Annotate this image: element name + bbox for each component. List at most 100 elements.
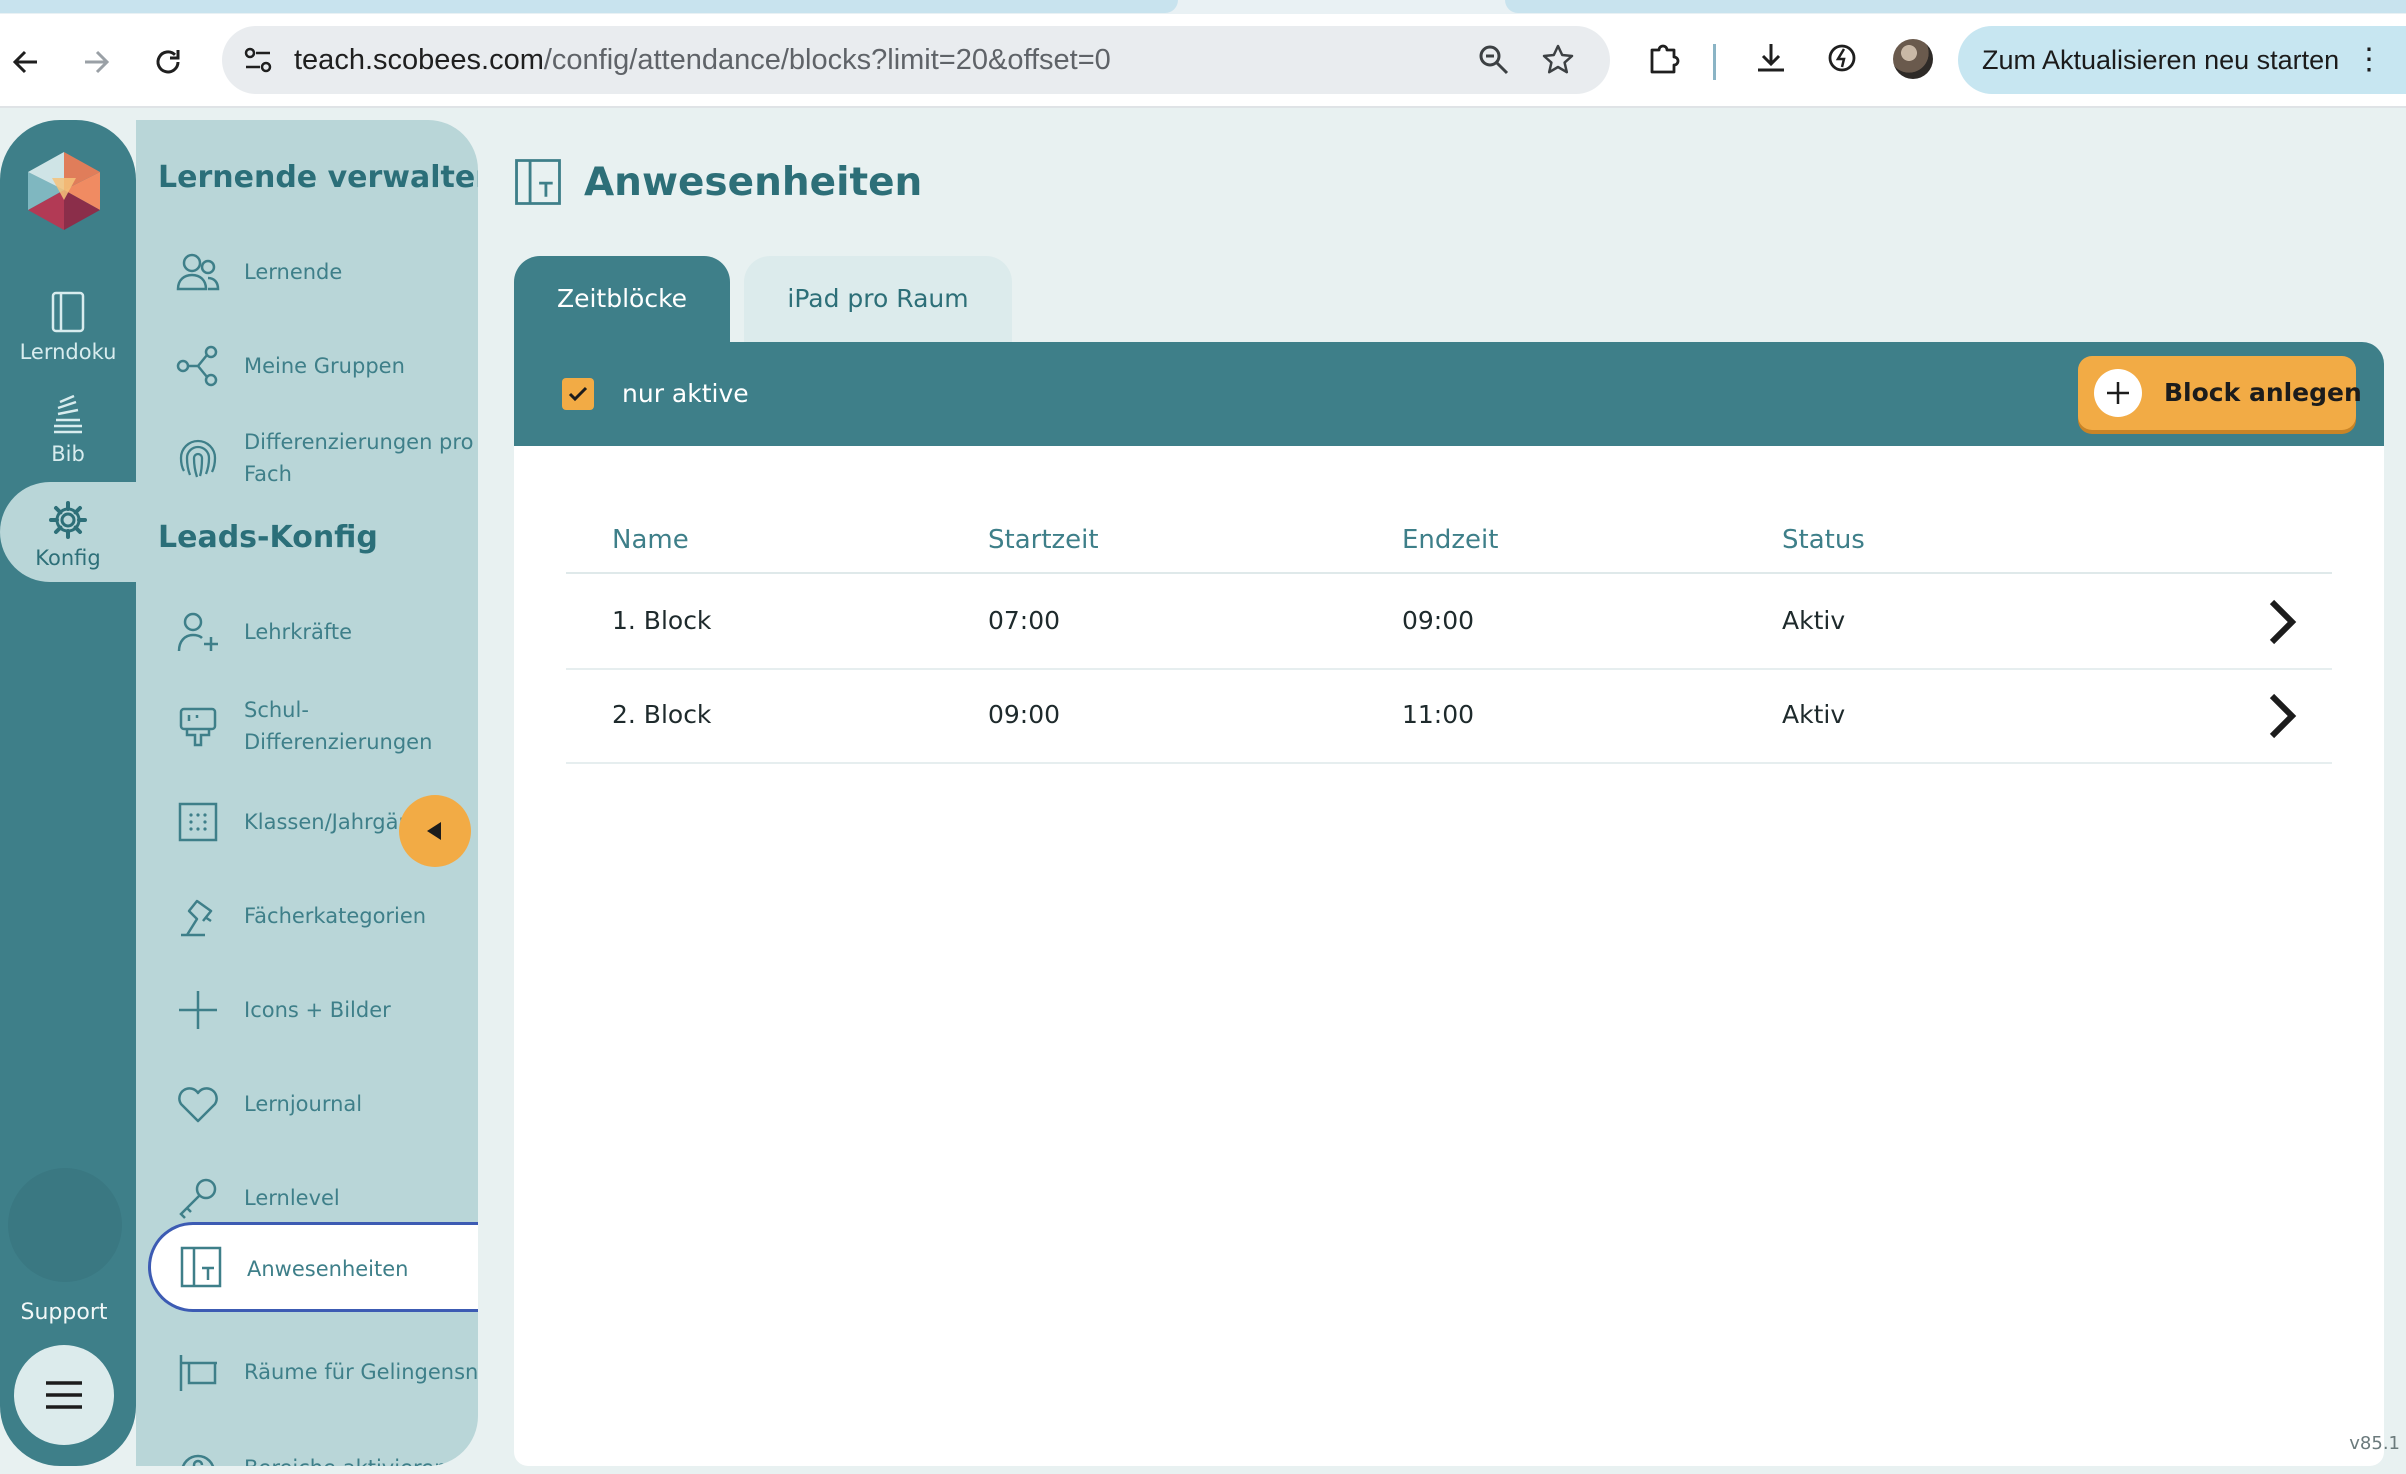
rail-item-konfig[interactable]: Konfig: [0, 500, 136, 570]
library-icon: [54, 394, 82, 434]
rail-item-bib[interactable]: Bib: [0, 392, 136, 466]
sidebar-item-lernlevel[interactable]: Lernlevel: [136, 1174, 478, 1222]
sidebar-item-lehrkraefte[interactable]: Lehrkräfte: [136, 608, 478, 656]
add-block-label: Block anlegen: [2164, 378, 2362, 407]
browser-tab-strip: [0, 0, 2406, 14]
sidebar-item-label: Meine Gruppen: [244, 354, 405, 378]
key-icon: [174, 1174, 222, 1222]
user-plus-icon: [174, 608, 222, 656]
share-nodes-icon: [174, 342, 222, 390]
triangle-left-icon: [427, 822, 441, 840]
sidebar-item-meine-gruppen[interactable]: Meine Gruppen: [136, 342, 478, 390]
cell-startzeit: 07:00: [988, 606, 1061, 635]
update-restart-button[interactable]: Zum Aktualisieren neu starten ⋮: [1958, 26, 2406, 94]
sidebar-item-label: Schul-Differenzierungen: [244, 698, 433, 754]
tab-ipad-pro-raum[interactable]: iPad pro Raum: [744, 256, 1012, 342]
url-text[interactable]: teach.scobees.com/config/attendance/bloc…: [294, 26, 1111, 94]
bookmark-star-icon[interactable]: [1540, 42, 1576, 78]
browser-tab[interactable]: [0, 0, 1178, 13]
add-block-button[interactable]: Block anlegen: [2078, 356, 2362, 430]
support-button[interactable]: [8, 1168, 122, 1282]
active-only-checkbox[interactable]: [562, 378, 594, 410]
lamp-icon: [174, 892, 222, 940]
site-settings-icon[interactable]: [240, 42, 276, 78]
sidebar-item-anwesenheiten[interactable]: Anwesenheiten: [148, 1222, 478, 1312]
tab-zeitbloecke[interactable]: Zeitblöcke: [514, 256, 730, 342]
rail-item-lerndoku[interactable]: Lerndoku: [0, 290, 136, 364]
cell-name: 1. Block: [612, 606, 712, 635]
column-header-name[interactable]: Name: [612, 506, 689, 574]
chevron-right-icon[interactable]: [2262, 692, 2302, 740]
app-version: v85.1: [2349, 1433, 2400, 1454]
rail-item-label: Lerndoku: [19, 340, 117, 364]
plus-icon: [174, 986, 222, 1034]
forward-icon[interactable]: [72, 38, 120, 86]
fingerprint-icon: [174, 434, 222, 482]
hamburger-icon: [46, 1381, 82, 1409]
lock-icon: [174, 1444, 222, 1466]
rail-item-label: Bib: [51, 442, 85, 466]
cell-startzeit: 09:00: [988, 700, 1061, 729]
sidebar-item-label: Lernende: [244, 260, 343, 284]
cell-endzeit: 11:00: [1402, 700, 1475, 729]
browser-tab[interactable]: [1505, 0, 2406, 13]
sidebar-item-differenzierungen[interactable]: Differenzierungen pro Fach: [136, 416, 478, 500]
plus-circle-icon: [2094, 369, 2142, 417]
chevron-right-icon[interactable]: [2262, 598, 2302, 646]
table-row[interactable]: 1. Block 07:00 09:00 Aktiv: [566, 576, 2332, 670]
table-row[interactable]: 2. Block 09:00 11:00 Aktiv: [566, 670, 2332, 764]
sidebar-item-raeume[interactable]: Räume für Gelingensnachweise: [136, 1330, 478, 1414]
door-icon: [177, 1243, 225, 1291]
cell-endzeit: 09:00: [1402, 606, 1475, 635]
more-menu-icon[interactable]: ⋮: [2354, 26, 2384, 94]
section-heading-lernende: Lernende verwalten: [158, 160, 478, 195]
sidebar-item-icons-bilder[interactable]: Icons + Bilder: [136, 986, 478, 1034]
support-label[interactable]: Support: [0, 1300, 128, 1325]
address-bar[interactable]: teach.scobees.com/config/attendance/bloc…: [222, 26, 1610, 94]
users-icon: [174, 248, 222, 296]
sidebar-item-label: Räume für Gelingensnachweise: [244, 1360, 478, 1384]
rail-item-label: Konfig: [35, 546, 101, 570]
profile-avatar[interactable]: [1893, 39, 1933, 79]
notebook-icon: [51, 291, 85, 333]
toolbar-divider: [1713, 44, 1716, 80]
grid-dots-icon: [174, 798, 222, 846]
brush-icon: [174, 702, 222, 750]
sidebar-item-schul-differenzierungen[interactable]: Schul-Differenzierungen: [136, 684, 478, 768]
sidebar-item-label: Lehrkräfte: [244, 620, 353, 644]
sidebar-item-label: Lernjournal: [244, 1092, 363, 1116]
check-icon: [568, 386, 588, 402]
back-icon[interactable]: [2, 38, 50, 86]
blocks-table-panel: Name Startzeit Endzeit Status 1. Block 0…: [514, 446, 2384, 1466]
cell-status: Aktiv: [1782, 606, 1846, 635]
table-header: Name Startzeit Endzeit Status: [566, 506, 2332, 574]
config-sidebar: Lernende verwalten Lernende Meine Gruppe…: [136, 120, 478, 1466]
browser-toolbar: teach.scobees.com/config/attendance/bloc…: [0, 14, 2406, 108]
sidebar-item-lernjournal[interactable]: Lernjournal: [136, 1080, 478, 1128]
scobees-logo[interactable]: [22, 148, 106, 232]
active-only-label[interactable]: nur aktive: [622, 342, 749, 446]
sidebar-item-lernende[interactable]: Lernende: [136, 248, 478, 296]
sidebar-item-bereiche[interactable]: Bereiche aktivieren: [136, 1426, 478, 1466]
cell-status: Aktiv: [1782, 700, 1846, 729]
column-header-endzeit[interactable]: Endzeit: [1402, 506, 1498, 574]
heart-icon: [174, 1080, 222, 1128]
column-header-startzeit[interactable]: Startzeit: [988, 506, 1099, 574]
column-header-status[interactable]: Status: [1782, 506, 1865, 574]
filter-bar: nur aktive Block anlegen: [514, 342, 2384, 446]
sidebar-item-label: Icons + Bilder: [244, 998, 391, 1022]
page-header: Anwesenheiten: [512, 152, 922, 212]
zoom-icon[interactable]: [1476, 42, 1512, 78]
sidebar-item-faecherkategorien[interactable]: Fächerkategorien: [136, 892, 478, 940]
performance-icon[interactable]: [1820, 36, 1864, 80]
reload-icon[interactable]: [144, 38, 192, 86]
hamburger-menu-button[interactable]: [14, 1345, 114, 1445]
cell-name: 2. Block: [612, 700, 712, 729]
update-restart-label: Zum Aktualisieren neu starten: [1982, 45, 2340, 75]
door-icon: [515, 159, 561, 205]
download-icon[interactable]: [1749, 36, 1793, 80]
collapse-sidebar-button[interactable]: [399, 795, 471, 867]
sidebar-item-label: Bereiche aktivieren: [244, 1452, 476, 1466]
sidebar-item-label: Anwesenheiten: [247, 1257, 409, 1281]
extensions-icon[interactable]: [1642, 36, 1686, 80]
